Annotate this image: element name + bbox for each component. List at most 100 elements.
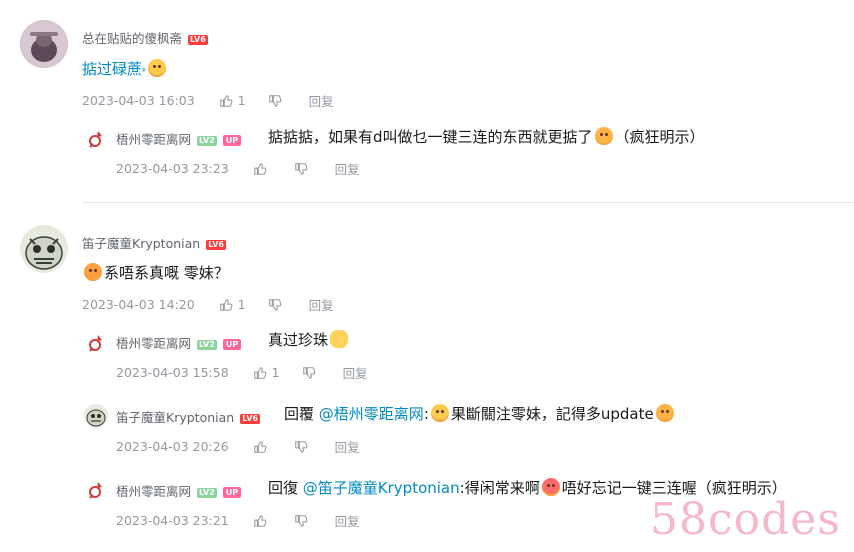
reply-text: 真过珍珠 <box>268 331 329 349</box>
reply-prefix: 回覆 <box>284 405 315 423</box>
thumbs-down-icon <box>294 162 308 175</box>
emoji-icon <box>430 404 449 422</box>
reply-prefix: 回復 <box>268 479 299 497</box>
dislike-button[interactable] <box>268 94 287 108</box>
thumbs-up-icon <box>253 162 267 175</box>
like-button[interactable] <box>253 162 272 176</box>
thumbs-down-icon <box>294 514 308 527</box>
thumbs-up-icon <box>219 298 233 311</box>
dislike-button[interactable] <box>294 440 313 454</box>
reply-content: 回覆 @梧州零距离网: 果斷關注零妹，記得多update <box>284 403 676 425</box>
like-count: 1 <box>237 93 246 108</box>
level-badge: LV2 <box>197 339 217 350</box>
reply-button[interactable]: 回复 <box>335 159 360 178</box>
comment-divider <box>82 202 854 203</box>
avatar-image <box>20 20 68 68</box>
level-badge: LV6 <box>188 34 208 45</box>
emoji-icon <box>541 478 560 496</box>
dislike-button[interactable] <box>268 298 287 312</box>
reply-button[interactable]: 回复 <box>343 363 368 382</box>
username-link[interactable]: 笛子魔童Kryptonian <box>116 410 234 425</box>
comment-time: 2023-04-03 14:20 <box>82 297 195 312</box>
avatar[interactable] <box>84 404 108 428</box>
comment-meta: 2023-04-03 14:20 1 回复 <box>82 295 334 314</box>
username-link[interactable]: 梧州零距离网 <box>116 484 191 499</box>
reply-text-suffix: （疯狂明示） <box>614 128 705 146</box>
reply-button[interactable]: 回复 <box>335 511 360 530</box>
like-button[interactable]: 1 <box>253 365 280 380</box>
username-link[interactable]: 总在贴贴的傻枫斋 <box>82 31 182 46</box>
thumbs-up-icon <box>253 514 267 527</box>
reply-username[interactable]: 梧州零距离网 LV2 UP <box>116 333 242 352</box>
reply-time: 2023-04-03 15:58 <box>116 365 229 380</box>
reply-separator: : <box>423 405 429 423</box>
level-badge: LV6 <box>240 413 260 424</box>
reply-text: 掂掂掂，如果有d叫做乜一键三连的东西就更掂了 <box>268 128 593 146</box>
emoji-icon <box>84 263 102 281</box>
avatar-image <box>20 225 68 273</box>
like-button[interactable]: 1 <box>219 297 246 312</box>
like-button[interactable]: 1 <box>219 93 246 108</box>
thumbs-down-icon <box>268 298 282 311</box>
level-badge: LV6 <box>206 239 226 250</box>
search-keyword-link[interactable]: 掂过碌蔗 <box>82 60 142 78</box>
reply-time: 2023-04-03 20:26 <box>116 439 229 454</box>
reply-content: 真过珍珠 <box>268 329 350 351</box>
avatar-image <box>84 331 108 355</box>
avatar[interactable] <box>84 127 108 151</box>
emoji-icon <box>594 127 613 145</box>
avatar[interactable] <box>20 225 68 273</box>
thumbs-down-icon <box>268 94 282 107</box>
reply-time: 2023-04-03 23:21 <box>116 513 229 528</box>
reply-meta: 2023-04-03 23:23 回复 <box>116 159 360 178</box>
cat-emoji-icon <box>330 330 349 348</box>
comment-content: 掂过碌蔗ᵠ <box>82 58 168 83</box>
reply-meta: 2023-04-03 15:58 1 回复 <box>116 363 368 382</box>
level-badge: LV2 <box>197 135 217 146</box>
username-link[interactable]: 笛子魔童Kryptonian <box>82 236 200 251</box>
emoji-icon <box>655 404 674 422</box>
reply-button[interactable]: 回复 <box>309 91 334 110</box>
reply-username[interactable]: 梧州零距离网 LV2 UP <box>116 481 242 500</box>
like-count: 1 <box>237 297 246 312</box>
reply-content: 掂掂掂，如果有d叫做乜一键三连的东西就更掂了 （疯狂明示） <box>268 126 705 148</box>
reply-button[interactable]: 回复 <box>309 295 334 314</box>
avatar-image <box>84 478 108 502</box>
mention-link[interactable]: @笛子魔童Kryptonian <box>303 479 460 497</box>
up-badge: UP <box>222 487 242 498</box>
up-badge: UP <box>222 339 242 350</box>
thumbs-down-icon <box>302 366 316 379</box>
level-badge: LV2 <box>197 487 217 498</box>
comment-meta: 2023-04-03 16:03 1 回复 <box>82 91 334 110</box>
reply-text: :得闲常来啊 <box>459 479 540 497</box>
avatar[interactable] <box>84 478 108 502</box>
dislike-button[interactable] <box>294 514 313 528</box>
avatar[interactable] <box>84 331 108 355</box>
avatar-image <box>84 404 108 428</box>
reply-time: 2023-04-03 23:23 <box>116 161 229 176</box>
up-badge: UP <box>222 135 242 146</box>
comment-text: 系唔系真嘅 零妹？ <box>104 264 229 282</box>
thumbs-up-icon <box>253 366 267 379</box>
comment-time: 2023-04-03 16:03 <box>82 93 195 108</box>
reply-username[interactable]: 笛子魔童Kryptonian LV6 <box>116 407 260 426</box>
reply-button[interactable]: 回复 <box>335 437 360 456</box>
like-button[interactable] <box>253 440 272 454</box>
reply-text: 果斷關注零妹，記得多update <box>450 405 654 423</box>
search-icon[interactable]: ᵠ <box>142 67 146 77</box>
emoji-icon <box>147 59 166 77</box>
comment-username[interactable]: 笛子魔童Kryptonian LV6 <box>82 233 226 252</box>
comment-username[interactable]: 总在贴贴的傻枫斋 LV6 <box>82 28 208 47</box>
username-link[interactable]: 梧州零距离网 <box>116 336 191 351</box>
like-button[interactable] <box>253 514 272 528</box>
reply-username[interactable]: 梧州零距离网 LV2 UP <box>116 129 242 148</box>
avatar[interactable] <box>20 20 68 68</box>
reply-meta: 2023-04-03 23:21 回复 <box>116 511 360 530</box>
like-count: 1 <box>271 365 280 380</box>
mention-link[interactable]: @梧州零距离网 <box>319 405 424 423</box>
thumbs-down-icon <box>294 440 308 453</box>
thumbs-up-icon <box>219 94 233 107</box>
username-link[interactable]: 梧州零距离网 <box>116 132 191 147</box>
dislike-button[interactable] <box>294 162 313 176</box>
dislike-button[interactable] <box>302 366 321 380</box>
